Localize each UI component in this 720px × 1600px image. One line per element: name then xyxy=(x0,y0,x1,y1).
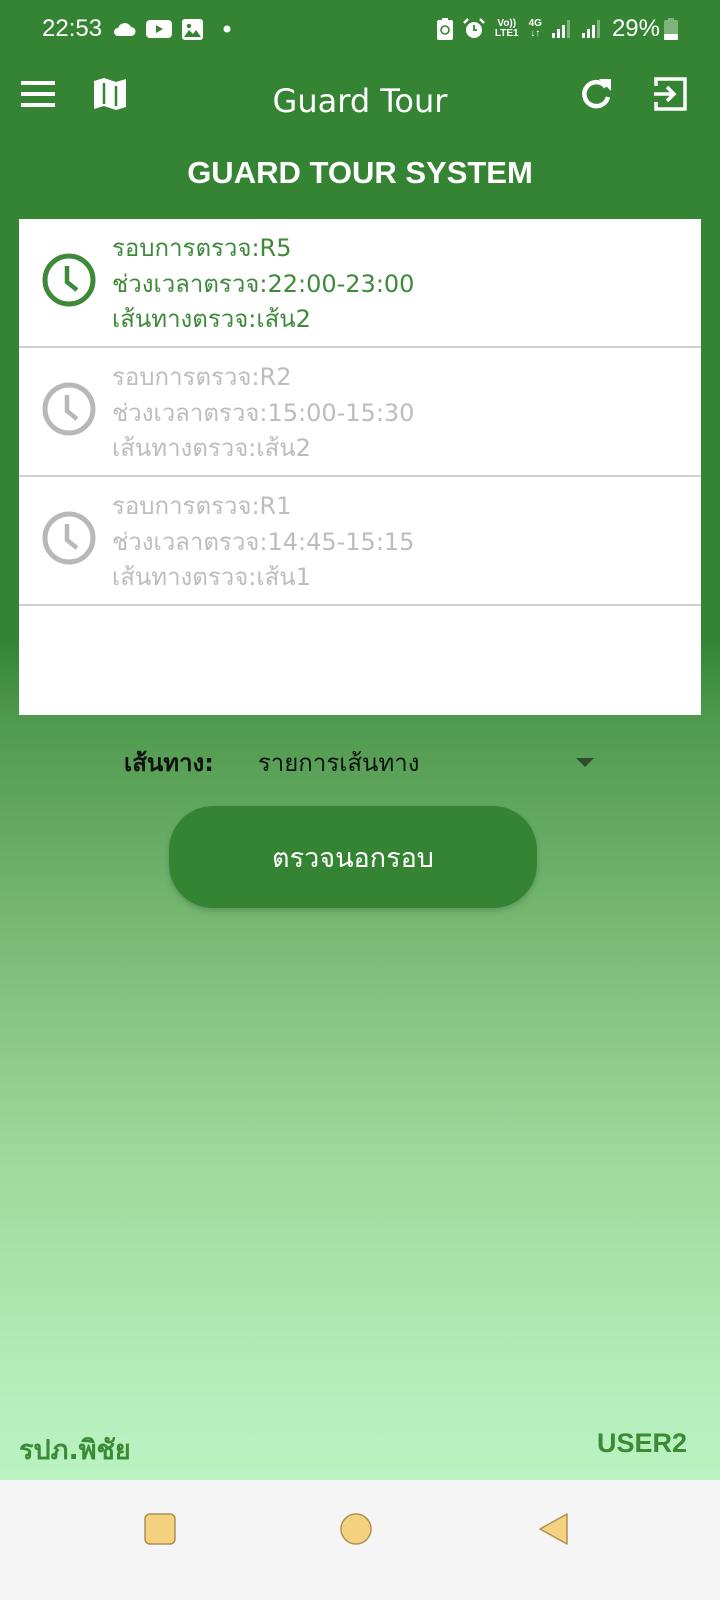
square-icon xyxy=(143,1512,177,1551)
signal-icon xyxy=(551,20,572,38)
app-bar: Guard Tour xyxy=(0,58,720,148)
route-dropdown[interactable]: รายการเส้นทาง xyxy=(258,743,594,782)
refresh-icon xyxy=(579,77,613,116)
back-triangle-icon xyxy=(537,1512,571,1551)
route-label: เส้นทาง: xyxy=(124,748,214,777)
gallery-icon xyxy=(182,18,204,40)
home-button[interactable] xyxy=(332,1507,380,1555)
logout-icon xyxy=(652,76,688,117)
round-time-range: ช่วงเวลาตรวจ:14:45-15:15 xyxy=(112,527,415,556)
round-route: เส้นทางตรวจ:เส้น2 xyxy=(112,434,311,462)
logout-button[interactable] xyxy=(646,72,694,120)
round-code: รอบการตรวจ:R2 xyxy=(112,363,292,391)
clock-icon xyxy=(41,252,97,308)
system-title: GUARD TOUR SYSTEM xyxy=(187,155,533,190)
circle-icon xyxy=(339,1512,373,1551)
youtube-icon xyxy=(146,20,173,38)
clock-icon xyxy=(41,381,97,437)
back-button[interactable] xyxy=(530,1507,578,1555)
off-round-check-button[interactable]: ตรวจนอกรอบ xyxy=(169,806,537,908)
4g-data-icon: 4G ↓↑ xyxy=(528,18,542,39)
round-item[interactable]: รอบการตรวจ:R1 ช่วงเวลาตรวจ:14:45-15:15 เ… xyxy=(19,477,701,606)
alarm-icon xyxy=(463,18,485,40)
round-code: รอบการตรวจ:R1 xyxy=(112,492,292,520)
refresh-button[interactable] xyxy=(572,72,620,120)
cloud-icon xyxy=(112,21,136,37)
round-route: เส้นทางตรวจ:เส้น1 xyxy=(112,563,311,591)
recents-button[interactable] xyxy=(136,1507,184,1555)
battery-percent: 29% xyxy=(611,15,660,42)
route-selector-row: เส้นทาง: รายการเส้นทาง xyxy=(124,740,594,784)
round-item[interactable]: รอบการตรวจ:R2 ช่วงเวลาตรวจ:15:00-15:30 เ… xyxy=(19,348,701,477)
round-list: รอบการตรวจ:R5 ช่วงเวลาตรวจ:22:00-23:00 เ… xyxy=(19,219,701,715)
clock-time: 22:53 xyxy=(42,15,103,42)
round-time-range: ช่วงเวลาตรวจ:22:00-23:00 xyxy=(112,269,415,298)
system-nav-bar xyxy=(0,1480,720,1600)
footer-location: รปภ.พิชัย xyxy=(19,1435,131,1466)
route-dropdown-value: รายการเส้นทาง xyxy=(257,748,420,777)
battery-saver-icon xyxy=(436,18,453,40)
round-time-range: ช่วงเวลาตรวจ:15:00-15:30 xyxy=(112,398,415,427)
round-item[interactable]: รอบการตรวจ:R5 ช่วงเวลาตรวจ:22:00-23:00 เ… xyxy=(19,219,701,348)
volte-icon: Vo)) LTE1 xyxy=(494,18,519,39)
battery-icon xyxy=(664,18,678,40)
clock-icon xyxy=(41,510,97,566)
round-code: รอบการตรวจ:R5 xyxy=(112,234,292,262)
round-route: เส้นทางตรวจ:เส้น2 xyxy=(112,305,311,333)
dropdown-arrow-icon xyxy=(576,757,594,767)
dot-icon xyxy=(223,25,231,33)
footer-user: USER2 xyxy=(596,1428,687,1458)
signal-icon xyxy=(581,20,602,38)
status-bar: 22:53 Vo)) LTE1 4G ↓↑ 29% xyxy=(0,0,720,58)
